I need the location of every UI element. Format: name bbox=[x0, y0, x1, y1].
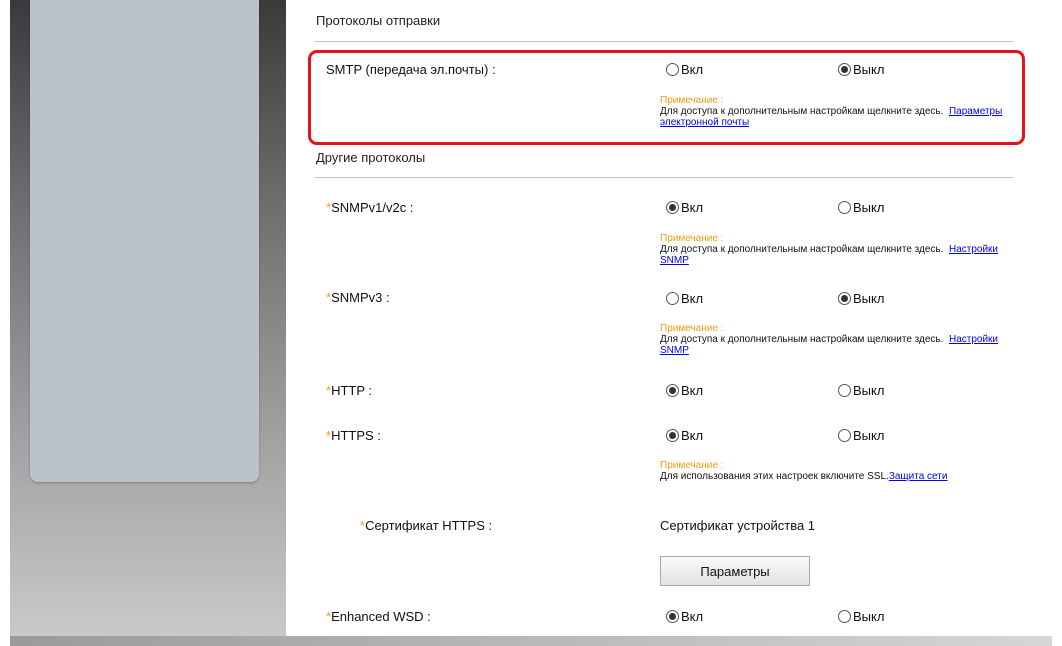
enhanced-wsd-on-radio[interactable]: Вкл bbox=[666, 609, 703, 624]
http-on-radio[interactable]: Вкл bbox=[666, 383, 703, 398]
note-text: Для доступа к дополнительным настройкам … bbox=[660, 106, 944, 117]
snmpv3-off-radio[interactable]: Выкл bbox=[838, 291, 884, 306]
http-off-radio[interactable]: Выкл bbox=[838, 383, 884, 398]
radio-dot-icon bbox=[669, 613, 676, 620]
label-text: SNMPv3 : bbox=[331, 290, 390, 305]
https-label: *HTTPS : bbox=[326, 428, 381, 443]
snmpv1v2c-off-radio[interactable]: Выкл bbox=[838, 200, 884, 215]
smtp-off-radio[interactable]: Выкл bbox=[838, 62, 884, 77]
smtp-label: SMTP (передача эл.почты) : bbox=[326, 62, 496, 77]
radio-circle-icon bbox=[838, 429, 851, 442]
https-on-radio[interactable]: Вкл bbox=[666, 428, 703, 443]
snmpv1v2c-label: *SNMPv1/v2c : bbox=[326, 200, 413, 215]
note-body: Для использования этих настроек включите… bbox=[660, 471, 960, 482]
note-body: Для доступа к дополнительным настройкам … bbox=[660, 106, 1020, 128]
radio-circle-icon bbox=[666, 201, 679, 214]
note-title: Примечание : bbox=[660, 95, 724, 106]
section-title-send-protocols: Протоколы отправки bbox=[316, 13, 441, 28]
label-text: Сертификат HTTPS : bbox=[365, 518, 493, 533]
radio-label: Вкл bbox=[681, 200, 704, 215]
radio-dot-icon bbox=[669, 204, 676, 211]
section-divider bbox=[314, 41, 1014, 42]
note-text: Для использования этих настроек включите… bbox=[660, 471, 889, 482]
radio-circle-icon bbox=[666, 63, 679, 76]
snmpv3-note: Примечание : Для доступа к дополнительны… bbox=[660, 323, 1020, 356]
smtp-on-radio[interactable]: Вкл bbox=[666, 62, 703, 77]
label-text: HTTP : bbox=[331, 383, 372, 398]
radio-circle-icon bbox=[838, 610, 851, 623]
radio-circle-icon bbox=[666, 384, 679, 397]
radio-label: Вкл bbox=[681, 383, 704, 398]
radio-circle-icon bbox=[838, 63, 851, 76]
note-body: Для доступа к дополнительным настройкам … bbox=[660, 244, 1020, 266]
radio-label: Выкл bbox=[853, 291, 885, 306]
radio-label: Вкл bbox=[681, 291, 704, 306]
section-title-other-protocols: Другие протоколы bbox=[316, 150, 426, 165]
radio-label: Выкл bbox=[853, 428, 885, 443]
note-body: Для доступа к дополнительным настройкам … bbox=[660, 334, 1020, 356]
snmpv3-on-radio[interactable]: Вкл bbox=[666, 291, 703, 306]
smtp-note: Примечание : Для доступа к дополнительны… bbox=[660, 95, 1020, 128]
navigation-panel bbox=[30, 0, 259, 482]
radio-circle-icon bbox=[666, 429, 679, 442]
https-note: Примечание : Для использования этих наст… bbox=[660, 460, 960, 482]
http-label: *HTTP : bbox=[326, 383, 372, 398]
note-title: Примечание : bbox=[660, 323, 724, 334]
snmpv1v2c-note: Примечание : Для доступа к дополнительны… bbox=[660, 233, 1020, 266]
https-off-radio[interactable]: Выкл bbox=[838, 428, 884, 443]
radio-label: Вкл bbox=[681, 609, 704, 624]
network-security-link[interactable]: Защита сети bbox=[889, 471, 948, 482]
radio-dot-icon bbox=[841, 66, 848, 73]
note-title: Примечание : bbox=[660, 233, 724, 244]
radio-dot-icon bbox=[669, 432, 676, 439]
https-certificate-label: *Сертификат HTTPS : bbox=[360, 518, 492, 533]
https-certificate-value: Сертификат устройства 1 bbox=[660, 518, 816, 533]
radio-circle-icon bbox=[666, 292, 679, 305]
radio-label: Вкл bbox=[681, 428, 704, 443]
enhanced-wsd-off-radio[interactable]: Выкл bbox=[838, 609, 884, 624]
radio-circle-icon bbox=[838, 292, 851, 305]
snmpv1v2c-on-radio[interactable]: Вкл bbox=[666, 200, 703, 215]
radio-label: Выкл bbox=[853, 383, 885, 398]
radio-label: Вкл bbox=[681, 62, 704, 77]
label-text: SNMPv1/v2c : bbox=[331, 200, 414, 215]
radio-dot-icon bbox=[669, 387, 676, 394]
certificate-settings-button[interactable]: Параметры bbox=[660, 556, 810, 586]
radio-circle-icon bbox=[838, 201, 851, 214]
radio-dot-icon bbox=[841, 295, 848, 302]
note-text: Для доступа к дополнительным настройкам … bbox=[660, 244, 944, 255]
bottom-strip bbox=[10, 636, 1052, 646]
label-text: HTTPS : bbox=[331, 428, 381, 443]
radio-circle-icon bbox=[666, 610, 679, 623]
enhanced-wsd-label: *Enhanced WSD : bbox=[326, 609, 431, 624]
radio-label: Выкл bbox=[853, 609, 885, 624]
section-divider bbox=[314, 177, 1014, 178]
radio-circle-icon bbox=[838, 384, 851, 397]
snmpv3-label: *SNMPv3 : bbox=[326, 290, 390, 305]
radio-label: Выкл bbox=[853, 62, 885, 77]
settings-content: Протоколы отправки SMTP (передача эл.поч… bbox=[286, 0, 1052, 636]
label-text: Enhanced WSD : bbox=[331, 609, 431, 624]
radio-label: Выкл bbox=[853, 200, 885, 215]
note-title: Примечание : bbox=[660, 460, 724, 471]
note-text: Для доступа к дополнительным настройкам … bbox=[660, 334, 944, 345]
